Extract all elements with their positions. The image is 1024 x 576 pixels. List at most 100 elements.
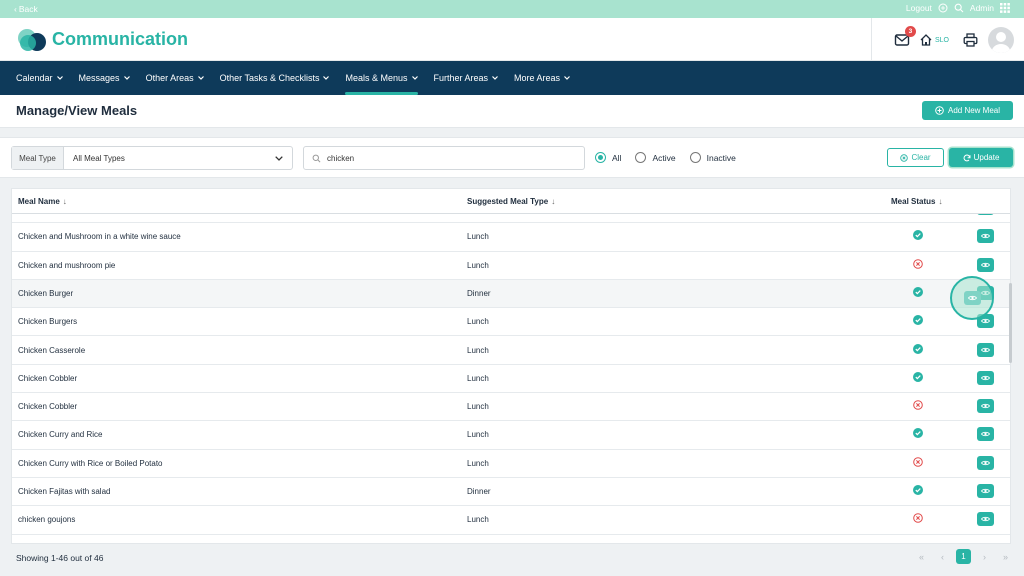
prev-page-button[interactable]: ‹ xyxy=(935,549,950,564)
messages-button[interactable]: 3 xyxy=(894,26,916,48)
logout-link[interactable]: Logout xyxy=(906,3,932,13)
update-button[interactable]: Update xyxy=(949,148,1013,167)
search-input[interactable] xyxy=(327,153,567,163)
table-row[interactable]: Chicken and Mushroom in a white wine sau… xyxy=(12,223,1010,252)
radio-active[interactable]: Active xyxy=(635,152,676,163)
meal-type-cell: Lunch xyxy=(467,317,489,327)
table-row[interactable]: Chicken Cobbler Lunch xyxy=(12,393,1010,422)
table-header: Meal Name ↓ Suggested Meal Type ↓ Meal Sta… xyxy=(12,189,1010,214)
view-button[interactable] xyxy=(977,342,994,357)
sort-arrow-icon: ↓ xyxy=(938,197,943,206)
column-header-name[interactable]: Meal Name ↓ xyxy=(18,197,67,206)
sort-arrow-icon: ↓ xyxy=(62,197,67,206)
clear-button[interactable]: Clear xyxy=(887,148,944,167)
meal-type-cell: Lunch xyxy=(467,430,489,440)
meal-name-cell: Chicken Cobbler xyxy=(18,402,78,412)
radio-inactive-label: Inactive xyxy=(706,152,736,163)
table-row[interactable]: Chicken and mushroom pie Lunch xyxy=(12,251,1010,280)
search-icon[interactable] xyxy=(954,3,964,13)
chevron-left-icon: ‹ xyxy=(14,4,17,14)
mail-badge: 3 xyxy=(904,26,916,37)
refresh-icon xyxy=(963,154,971,161)
nav-label: Meals & Menus xyxy=(345,73,408,83)
status-inactive-icon xyxy=(913,456,923,467)
app-title: Communication xyxy=(52,29,189,49)
meal-type-cell: Lunch xyxy=(467,373,489,383)
view-button[interactable] xyxy=(977,427,994,442)
table-row[interactable]: Chicken Burger Dinner xyxy=(12,279,1010,309)
view-button[interactable] xyxy=(977,370,994,385)
first-page-button[interactable]: « xyxy=(914,549,929,564)
nav-label: Other Areas xyxy=(145,73,194,83)
eye-icon xyxy=(981,403,990,409)
table-row[interactable]: Chicken Cobbler Lunch xyxy=(12,364,1010,394)
eye-icon xyxy=(981,234,990,239)
nav-item-further-areas[interactable]: Further Areas xyxy=(426,61,507,95)
view-button-focused[interactable] xyxy=(950,276,994,320)
page-button-current[interactable]: 1 xyxy=(956,549,971,564)
view-button[interactable] xyxy=(977,257,994,272)
nav-item-more-areas[interactable]: More Areas xyxy=(506,61,578,95)
eye-icon xyxy=(981,432,990,437)
add-new-meal-button[interactable]: Add New Meal xyxy=(922,101,1013,120)
table-row[interactable]: Chicken Curry and Rice Lunch xyxy=(12,421,1010,450)
back-link[interactable]: ‹ Back xyxy=(14,4,38,14)
apps-grid-icon[interactable] xyxy=(1000,3,1010,13)
table-row[interactable]: Chicken Fajitas with salad Dinner xyxy=(12,478,1010,507)
view-button[interactable] xyxy=(977,455,994,470)
eye-icon xyxy=(963,291,981,305)
main-nav: Calendar Messages Other Areas Other Task… xyxy=(0,61,1024,95)
add-new-meal-label: Add New Meal xyxy=(947,106,1001,115)
meal-type-select[interactable]: Meal Type All Meal Types xyxy=(11,146,293,170)
nav-label: Messages xyxy=(78,73,120,83)
radio-dot xyxy=(689,152,701,163)
table-row[interactable]: chicken goujons Lunch xyxy=(12,506,1010,535)
status-active-icon xyxy=(913,230,923,241)
radio-dot xyxy=(635,152,647,163)
radio-active-label: Active xyxy=(652,152,676,163)
last-page-button[interactable]: » xyxy=(998,549,1013,564)
column-label: Meal Status xyxy=(891,197,936,206)
radio-inactive[interactable]: Inactive xyxy=(689,152,736,163)
clear-icon xyxy=(900,153,909,162)
status-active-icon xyxy=(913,286,923,297)
meal-name-cell: Chicken and Mushroom in a white wine sau… xyxy=(18,232,181,242)
table-row[interactable]: Chicken Casserole Lunch xyxy=(12,336,1010,365)
meal-name-cell: Chicken and mushroom pie xyxy=(18,260,116,270)
avatar[interactable] xyxy=(988,27,1014,53)
user-label[interactable]: Admin xyxy=(970,3,994,13)
view-button[interactable] xyxy=(977,229,994,244)
table-row[interactable]: Chicken Burgers Lunch xyxy=(12,308,1010,337)
column-label: Suggested Meal Type xyxy=(467,197,549,206)
meal-name-cell: Chicken Fajitas with salad xyxy=(18,487,111,496)
home-button[interactable]: SLO xyxy=(919,33,949,47)
view-button[interactable] xyxy=(977,512,994,527)
next-page-button[interactable]: › xyxy=(977,549,992,564)
nav-item-messages[interactable]: Messages xyxy=(71,61,138,95)
chevron-down-icon xyxy=(323,76,330,80)
table-row[interactable]: Chicken Curry with Rice or Boiled Potato… xyxy=(12,449,1010,478)
search-field[interactable] xyxy=(303,146,585,170)
radio-all[interactable]: All xyxy=(595,152,621,163)
chevron-down-icon xyxy=(275,156,283,161)
column-header-status[interactable]: Meal Status ↓ xyxy=(891,197,942,206)
nav-label: More Areas xyxy=(514,73,561,83)
app-logo xyxy=(18,29,46,51)
status-inactive-icon xyxy=(913,513,923,524)
eye-icon xyxy=(981,460,990,465)
view-button[interactable] xyxy=(977,484,994,498)
nav-item-calendar[interactable]: Calendar xyxy=(8,61,71,95)
print-icon[interactable] xyxy=(963,33,978,47)
nav-item-other-areas[interactable]: Other Areas xyxy=(138,61,212,95)
status-active-icon xyxy=(913,485,923,495)
nav-item-other-tasks[interactable]: Other Tasks & Checklists xyxy=(212,61,338,95)
nav-item-meals-menus[interactable]: Meals & Menus xyxy=(337,61,425,95)
table-scrollbar[interactable] xyxy=(1009,283,1012,363)
nav-label: Further Areas xyxy=(433,73,489,83)
meal-name-cell: Chicken Burger xyxy=(18,288,74,298)
column-header-type[interactable]: Suggested Meal Type ↓ xyxy=(467,197,555,206)
chevron-down-icon xyxy=(56,76,63,80)
view-button[interactable] xyxy=(977,399,994,414)
status-inactive-icon xyxy=(913,258,923,269)
logout-icon[interactable] xyxy=(938,3,948,13)
